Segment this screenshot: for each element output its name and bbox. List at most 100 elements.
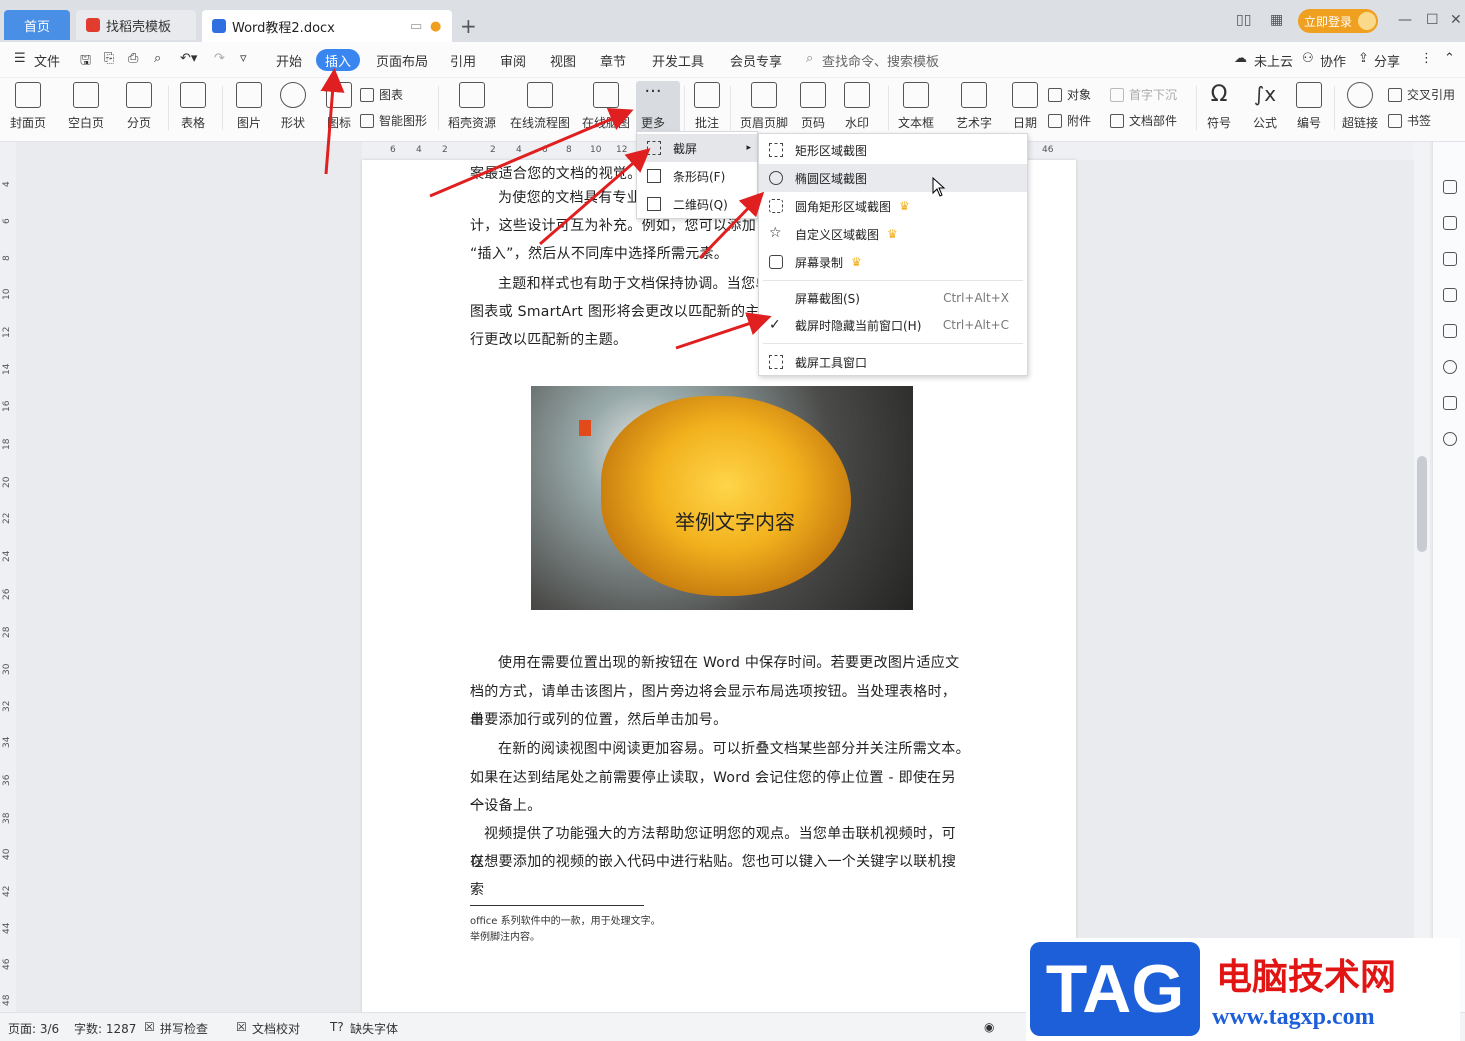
maximize-icon[interactable]: ☐: [1426, 12, 1439, 28]
online-flowchart-button[interactable]: 在线流程图: [510, 82, 570, 131]
barcode-menu-item[interactable]: 条形码(F): [637, 162, 757, 190]
docer-resource-button[interactable]: 稻壳资源: [448, 82, 496, 131]
wordart-button[interactable]: 艺术字: [956, 82, 992, 131]
menu-developer[interactable]: 开发工具: [652, 51, 704, 70]
cover-page-button[interactable]: 封面页: [10, 82, 46, 131]
share-button[interactable]: 分享: [1374, 51, 1400, 70]
screen-capture-item[interactable]: 屏幕截图(S) Ctrl+Alt+X: [759, 284, 1027, 312]
ellipse-screenshot-item[interactable]: 椭圆区域截图: [759, 164, 1027, 192]
login-button[interactable]: 立即登录: [1298, 9, 1378, 33]
blank-page-button[interactable]: 空白页: [68, 82, 104, 131]
comment-button[interactable]: 批注: [694, 82, 720, 131]
page-break-button[interactable]: 分页: [126, 82, 152, 131]
menu-file[interactable]: 文件: [34, 51, 60, 70]
menu-insert[interactable]: 插入: [316, 49, 360, 71]
image-tool-icon[interactable]: [1443, 324, 1457, 338]
vertical-ruler[interactable]: 4 6 8 10 12 14 16 18 20 22 24 26 28 30 3…: [0, 142, 16, 1012]
shape-button[interactable]: 形状: [280, 82, 306, 131]
new-tab-button[interactable]: +: [460, 14, 477, 38]
menu-section[interactable]: 章节: [600, 51, 626, 70]
cloud-status[interactable]: 未上云: [1254, 51, 1293, 70]
attachment-button[interactable]: 附件: [1048, 112, 1091, 129]
flowchart-icon: [527, 82, 553, 108]
tab-home[interactable]: 首页: [4, 10, 70, 40]
scrollbar-thumb[interactable]: [1417, 456, 1427, 552]
tab-template[interactable]: 找稻壳模板: [76, 10, 196, 40]
numbering-button[interactable]: 编号: [1296, 82, 1322, 131]
more-button[interactable]: ··· 更多: [640, 82, 666, 131]
menu-start[interactable]: 开始: [276, 51, 302, 70]
menu-references[interactable]: 引用: [450, 51, 476, 70]
tab-document[interactable]: Word教程2.docx ▭ ●: [202, 10, 452, 42]
ruler-tick: 26: [2, 588, 12, 600]
picture-button[interactable]: 图片: [236, 82, 262, 131]
print-preview-icon[interactable]: ⌕: [154, 51, 161, 66]
icon-button[interactable]: 图标: [326, 82, 352, 131]
eye-protect-icon[interactable]: ◉: [984, 1020, 994, 1034]
qrcode-menu-item[interactable]: 二维码(Q): [637, 190, 757, 218]
smartart-button[interactable]: 智能图形: [360, 112, 427, 129]
collab-button[interactable]: 协作: [1320, 51, 1346, 70]
close-icon[interactable]: ✕: [1450, 12, 1462, 28]
menu-review[interactable]: 审阅: [500, 51, 526, 70]
hyperlink-button[interactable]: 超链接: [1342, 82, 1378, 131]
command-search[interactable]: 查找命令、搜索模板: [822, 51, 939, 70]
vertical-scrollbar[interactable]: [1414, 142, 1430, 1012]
cursor-icon[interactable]: [1443, 252, 1457, 266]
header-footer-button[interactable]: 页眉页脚: [740, 82, 788, 131]
help-icon[interactable]: [1443, 432, 1457, 446]
rect-screenshot-item[interactable]: 矩形区域截图: [759, 136, 1027, 164]
export-pdf-icon[interactable]: ⎘: [104, 51, 114, 66]
minimize-icon[interactable]: —: [1398, 12, 1412, 28]
roundrect-screenshot-item[interactable]: 圆角矩形区域截图 ♛: [759, 192, 1027, 220]
dropcap-button[interactable]: 首字下沉: [1110, 86, 1177, 103]
watermark-button[interactable]: 水印: [844, 82, 870, 131]
page-indicator[interactable]: 页面: 3/6: [8, 1020, 59, 1037]
proofread-button[interactable]: 文档校对: [252, 1020, 300, 1037]
sliders-icon[interactable]: [1443, 288, 1457, 302]
bookmark-button[interactable]: 书签: [1388, 112, 1431, 129]
layout-icon[interactable]: ▯▯: [1236, 12, 1251, 28]
rocket-icon[interactable]: [1443, 180, 1457, 194]
more-options-icon[interactable]: ⋮: [1420, 51, 1433, 66]
monitor-icon[interactable]: ▭: [410, 19, 422, 34]
symbol-button[interactable]: Ω 符号: [1206, 82, 1232, 131]
ruler-tick: 10: [590, 145, 602, 155]
barcode-icon: [647, 169, 661, 183]
spell-check-button[interactable]: 拼写检查: [160, 1020, 208, 1037]
menu-member[interactable]: 会员专享: [730, 51, 782, 70]
table-button[interactable]: 表格: [180, 82, 206, 131]
book-icon[interactable]: [1443, 396, 1457, 410]
screenshot-menu-item[interactable]: 截屏 ▸: [637, 134, 757, 162]
chart-button[interactable]: 图表: [360, 86, 403, 103]
date-button[interactable]: 日期: [1012, 82, 1038, 131]
hide-window-item[interactable]: ✓ 截屏时隐藏当前窗口(H) Ctrl+Alt+C: [759, 311, 1027, 339]
doc-parts-button[interactable]: 文档部件: [1110, 112, 1177, 129]
page-number-button[interactable]: 页码: [800, 82, 826, 131]
hamburger-icon[interactable]: ☰: [14, 51, 26, 66]
formula-button[interactable]: ∫x 公式: [1252, 82, 1278, 131]
pen-icon[interactable]: [1443, 216, 1457, 230]
object-button[interactable]: 对象: [1048, 86, 1091, 103]
custom-screenshot-item[interactable]: ☆ 自定义区域截图 ♛: [759, 220, 1027, 248]
cross-reference-button[interactable]: 交叉引用: [1388, 86, 1455, 103]
word-count[interactable]: 字数: 1287: [74, 1020, 136, 1037]
screen-record-item[interactable]: 屏幕录制 ♛: [759, 248, 1027, 276]
print-icon[interactable]: ⎙: [128, 51, 138, 66]
ruler-tick: 6: [2, 218, 12, 224]
collapse-ribbon-icon[interactable]: ⌃: [1444, 51, 1455, 66]
missing-font-button[interactable]: 缺失字体: [350, 1020, 398, 1037]
redo-icon[interactable]: ↷: [214, 51, 225, 66]
textbox-button[interactable]: 文本框: [898, 82, 934, 131]
online-mindmap-button[interactable]: 在线脑图: [582, 82, 630, 131]
menu-page-layout[interactable]: 页面布局: [376, 51, 428, 70]
document-image[interactable]: 举例文字内容: [531, 386, 913, 610]
grid-icon[interactable]: ▦: [1270, 12, 1283, 28]
screenshot-tool-item[interactable]: 截屏工具窗口: [759, 348, 1027, 376]
menu-view[interactable]: 视图: [550, 51, 576, 70]
location-icon[interactable]: [1443, 360, 1457, 374]
save-icon[interactable]: 🖫: [80, 51, 91, 73]
customize-icon[interactable]: ▿: [240, 51, 247, 66]
undo-icon[interactable]: ↶▾: [180, 51, 197, 66]
ruler-tick: 12: [616, 145, 628, 155]
